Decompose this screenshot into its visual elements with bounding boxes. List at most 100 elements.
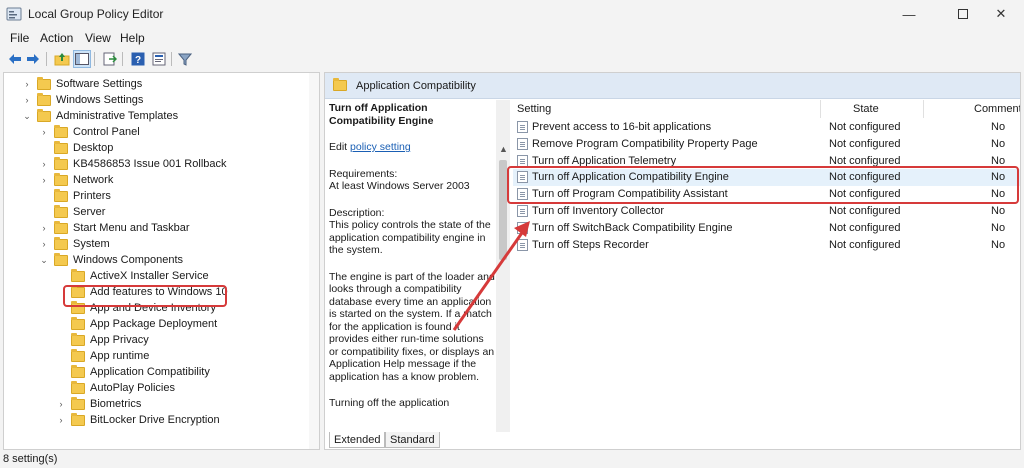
folder-icon [37, 108, 51, 122]
tree-node-label: Control Panel [73, 126, 140, 138]
tree-node-label: System [73, 238, 110, 250]
table-row[interactable]: Remove Program Compatibility Property Pa… [513, 136, 1020, 153]
expand-arrow-icon[interactable]: › [39, 127, 49, 137]
edit-prefix: Edit [329, 141, 348, 153]
column-comment[interactable]: Comment [974, 100, 1020, 118]
column-separator[interactable] [923, 100, 924, 118]
tree-node-label: Biometrics [90, 398, 142, 410]
setting-name: Turn off Inventory Collector [532, 205, 665, 217]
setting-comment: No [991, 121, 1006, 133]
tree-node[interactable]: › System [39, 236, 110, 252]
setting-name: Turn off Steps Recorder [532, 238, 649, 251]
status-text: 8 setting(s) [3, 453, 58, 465]
tree-node[interactable]: › Network [39, 172, 113, 188]
help-button[interactable]: ? [129, 50, 147, 68]
tree-node[interactable]: AutoPlay Policies [56, 380, 175, 396]
tree-node[interactable]: ⌄ Administrative Templates [22, 108, 178, 124]
close-icon: ✕ [995, 6, 1007, 21]
expand-arrow-icon[interactable]: › [56, 415, 66, 425]
tree-node[interactable]: ActiveX Installer Service [56, 268, 209, 284]
table-row[interactable]: Prevent access to 16-bit applications Not… [513, 119, 1020, 136]
setting-comment: No [991, 205, 1006, 217]
forward-button[interactable] [24, 50, 42, 68]
tree-node[interactable]: › KB4586853 Issue 001 Rollback [39, 156, 227, 172]
minimize-button[interactable]: — [886, 0, 932, 28]
tree-node[interactable]: › Control Panel [39, 124, 140, 140]
expand-arrow-icon[interactable]: › [22, 79, 32, 89]
forward-icon [27, 54, 39, 64]
tree-node[interactable]: Application Compatibility [56, 364, 210, 380]
folder-icon [71, 348, 85, 362]
show-hide-tree-button[interactable] [73, 50, 91, 68]
menu-bar: File Action View Help [0, 28, 1024, 48]
tree-node[interactable]: › Start Menu and Taskbar [39, 220, 190, 236]
tree-node[interactable]: › Biometrics [56, 396, 141, 412]
tree-node[interactable]: ⌄ Windows Components [39, 252, 183, 268]
expand-arrow-icon[interactable]: ⌄ [22, 111, 32, 122]
expand-arrow-icon[interactable]: › [56, 399, 66, 409]
tree-node[interactable]: Server [39, 204, 105, 220]
view-tabs: Extended Standard [325, 431, 625, 449]
menu-view[interactable]: View [85, 31, 111, 45]
description-panel: Turn off Application Compatibility Engin… [325, 100, 495, 432]
scroll-thumb[interactable] [499, 160, 507, 260]
folder-icon [54, 156, 68, 170]
setting-name: Remove Program Compatibility Property Pa… [532, 137, 758, 150]
tree-scrollbar[interactable] [309, 73, 319, 449]
close-button[interactable]: ✕ [978, 0, 1024, 28]
up-folder-button[interactable] [53, 50, 71, 68]
folder-icon [71, 412, 85, 426]
tree-node-label: Desktop [73, 142, 114, 154]
policy-setting-link[interactable]: policy setting [350, 141, 411, 153]
requirements: Requirements: At least Windows Server 200… [329, 168, 495, 193]
back-button[interactable] [6, 50, 24, 68]
tree-node-label: Start Menu and Taskbar [73, 222, 190, 234]
setting-comment: No [991, 154, 1006, 167]
description-text-1: This policy controls the state of the ap… [329, 219, 491, 256]
tree-node[interactable]: App Privacy [56, 332, 149, 348]
tree-node[interactable]: Desktop [39, 140, 113, 156]
menu-help[interactable]: Help [120, 31, 145, 45]
status-bar: 8 setting(s) [0, 451, 1024, 468]
tree-node[interactable]: App Package Deployment [56, 316, 217, 332]
table-row[interactable]: Turn off SwitchBack Compatibility Engine… [513, 220, 1020, 237]
tree-node[interactable]: › Software Settings [22, 76, 142, 92]
toolbar: ? [0, 48, 1024, 70]
menu-action[interactable]: Action [40, 31, 73, 45]
policy-icon [517, 154, 528, 167]
title-bar: Local Group Policy Editor — ✕ [0, 0, 1024, 28]
column-separator[interactable] [820, 100, 821, 118]
expand-arrow-icon[interactable]: › [39, 239, 49, 249]
tree-node[interactable]: App runtime [56, 348, 149, 364]
tree-node[interactable]: Printers [39, 188, 111, 204]
setting-name: Turn off Application Telemetry [532, 154, 677, 167]
tree-node-label: Printers [73, 190, 111, 202]
expand-arrow-icon[interactable]: › [39, 175, 49, 185]
pane-title: Application Compatibility [356, 79, 476, 92]
menu-file[interactable]: File [10, 31, 29, 45]
expand-arrow-icon[interactable]: › [22, 95, 32, 105]
minimize-icon: — [902, 6, 916, 22]
expand-arrow-icon[interactable]: › [39, 159, 49, 169]
filter-button[interactable] [176, 50, 194, 68]
tab-extended[interactable]: Extended [329, 432, 386, 448]
setting-comment: No [991, 221, 1006, 234]
tree-node[interactable]: › BitLocker Drive Encryption [56, 412, 220, 428]
tab-standard[interactable]: Standard [385, 432, 440, 448]
column-setting[interactable]: Setting [517, 100, 551, 118]
properties-button[interactable] [150, 50, 168, 68]
table-row[interactable]: Turn off Steps Recorder Not configured No [513, 237, 1020, 254]
scroll-up-icon[interactable]: ▲ [499, 144, 508, 154]
folder-icon [54, 124, 68, 138]
expand-arrow-icon[interactable]: › [39, 223, 49, 233]
table-row[interactable]: Turn off Inventory Collector Not configur… [513, 203, 1020, 220]
tree-node-label: AutoPlay Policies [90, 382, 175, 394]
group-policy-icon [6, 7, 22, 21]
column-state[interactable]: State [853, 100, 879, 118]
expand-arrow-icon[interactable]: ⌄ [39, 255, 49, 266]
tree-node[interactable]: › Windows Settings [22, 92, 143, 108]
navigation-tree: › Software Settings › Windows Settings ⌄ Admi… [3, 72, 320, 450]
description-scrollbar[interactable]: ▲ [496, 100, 510, 432]
policy-icon [517, 221, 528, 234]
export-list-button[interactable] [101, 50, 119, 68]
